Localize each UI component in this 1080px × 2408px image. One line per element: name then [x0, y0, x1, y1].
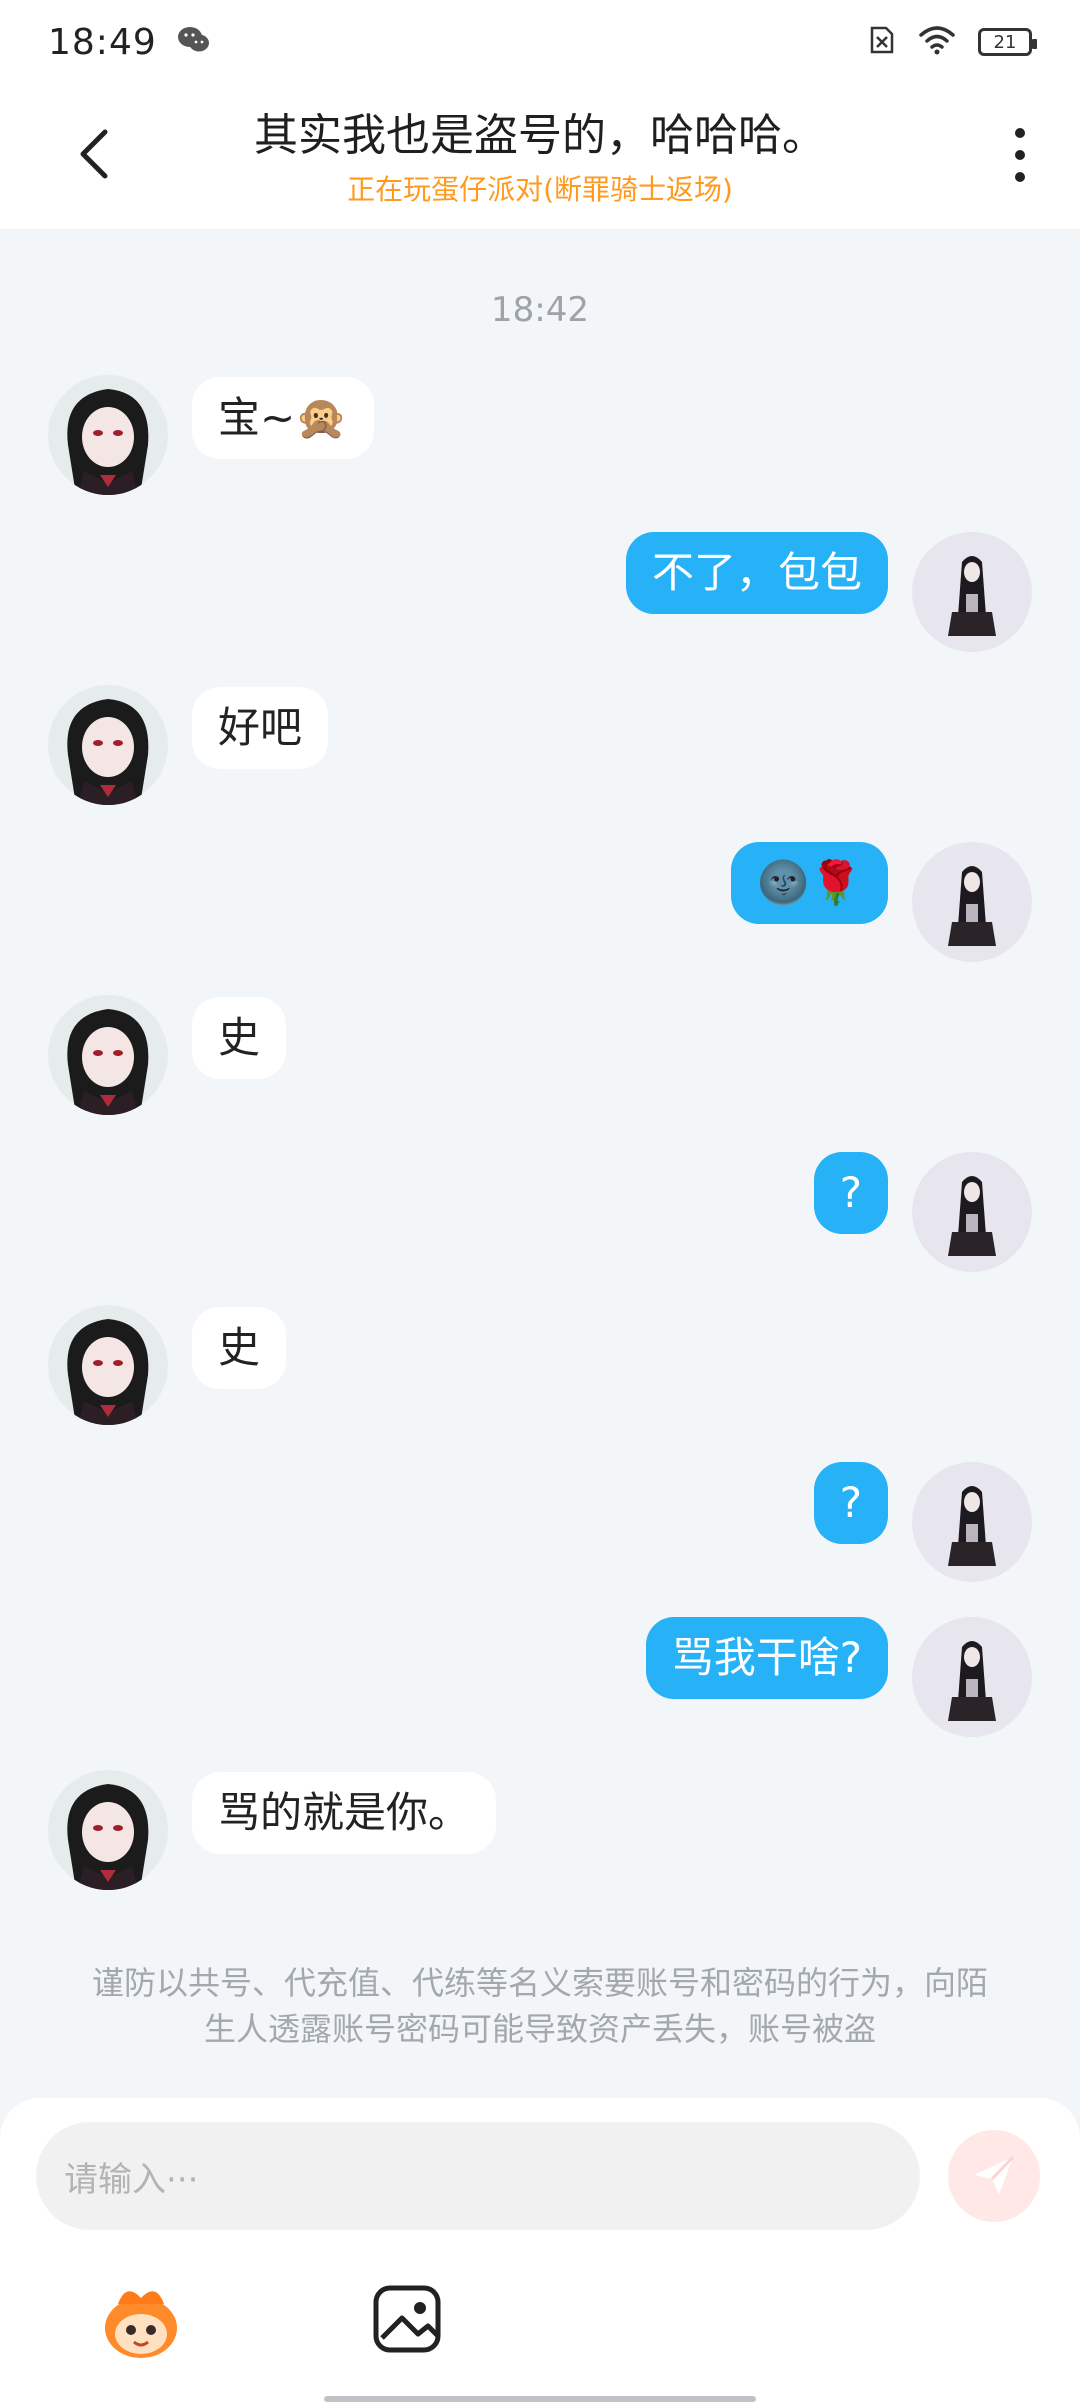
incoming-message-bubble[interactable]: 宝~🙊 — [192, 377, 374, 459]
self-avatar[interactable] — [912, 1617, 1032, 1737]
battery-level: 21 — [993, 31, 1017, 53]
outgoing-message-bubble[interactable]: ? — [813, 1152, 888, 1234]
status-right: 21 — [868, 24, 1037, 60]
status-bar: 18:49 21 — [0, 0, 1080, 84]
message-row: ? — [0, 1462, 1080, 1592]
composer-panel: 请输入··· — [0, 2098, 1080, 2408]
contact-avatar[interactable] — [48, 375, 168, 495]
message-input[interactable]: 请输入··· — [36, 2122, 920, 2230]
eggy-mascot-icon — [105, 2291, 177, 2358]
status-time: 18:49 — [48, 21, 157, 63]
contact-avatar[interactable] — [48, 685, 168, 805]
outgoing-message-bubble[interactable]: 不了，包包 — [625, 532, 888, 614]
self-avatar[interactable] — [912, 532, 1032, 652]
message-row: ? — [0, 1152, 1080, 1282]
user-game-status[interactable]: 正在玩蛋仔派对(断罪骑士返场) — [160, 168, 920, 208]
back-button[interactable] — [64, 124, 124, 184]
title-block: 其实我也是盗号的，哈哈哈。 正在玩蛋仔派对(断罪骑士返场) — [160, 108, 920, 208]
battery-icon: 21 — [978, 28, 1037, 56]
outgoing-message-bubble[interactable]: 骂我干啥? — [645, 1617, 888, 1699]
send-icon — [974, 2155, 1015, 2195]
sim-off-icon — [868, 24, 896, 60]
wechat-icon — [177, 25, 211, 59]
self-avatar[interactable] — [912, 1462, 1032, 1582]
chevron-left-icon — [80, 129, 108, 179]
message-list[interactable]: 18:42 宝~🙊 不了，包包 好吧 🌚🌹 史 ? 史 ? 骂我干啥? 骂的就是… — [0, 230, 1080, 2098]
home-indicator[interactable] — [324, 2396, 756, 2402]
message-row: 史 — [0, 1305, 1080, 1435]
contact-avatar[interactable] — [48, 995, 168, 1115]
send-button[interactable] — [948, 2130, 1040, 2222]
message-row: 宝~🙊 — [0, 375, 1080, 505]
incoming-message-bubble[interactable]: 史 — [192, 1307, 287, 1389]
outgoing-message-bubble[interactable]: 🌚🌹 — [731, 842, 888, 924]
more-vertical-icon — [1015, 128, 1025, 182]
incoming-message-bubble[interactable]: 好吧 — [192, 687, 329, 769]
image-picker-button[interactable] — [366, 2276, 456, 2366]
self-avatar[interactable] — [912, 842, 1032, 962]
wifi-icon — [918, 25, 956, 59]
safety-notice: 谨防以共号、代充值、代练等名义索要账号和密码的行为，向陌生人透露账号密码可能导致… — [91, 1964, 988, 2048]
message-row: 不了，包包 — [0, 532, 1080, 662]
contact-avatar[interactable] — [48, 1770, 168, 1890]
chat-title: 其实我也是盗号的，哈哈哈。 — [254, 110, 826, 161]
chat-header: 其实我也是盗号的，哈哈哈。 正在玩蛋仔派对(断罪骑士返场) — [0, 84, 1080, 230]
message-timestamp: 18:42 — [491, 290, 589, 330]
image-icon — [373, 2285, 441, 2353]
status-left: 18:49 — [48, 22, 211, 63]
contact-avatar[interactable] — [48, 1305, 168, 1425]
incoming-message-bubble[interactable]: 史 — [192, 997, 287, 1079]
more-options-button[interactable] — [1000, 120, 1040, 190]
message-row: 骂的就是你。 — [0, 1770, 1080, 1900]
message-row: 骂我干啥? — [0, 1617, 1080, 1747]
incoming-message-bubble[interactable]: 骂的就是你。 — [192, 1772, 497, 1854]
self-avatar[interactable] — [912, 1152, 1032, 1272]
outgoing-message-bubble[interactable]: ? — [813, 1462, 888, 1544]
message-row: 好吧 — [0, 685, 1080, 815]
message-row: 史 — [0, 995, 1080, 1125]
eggy-emoji-button[interactable] — [96, 2276, 186, 2366]
message-row: 🌚🌹 — [0, 842, 1080, 972]
